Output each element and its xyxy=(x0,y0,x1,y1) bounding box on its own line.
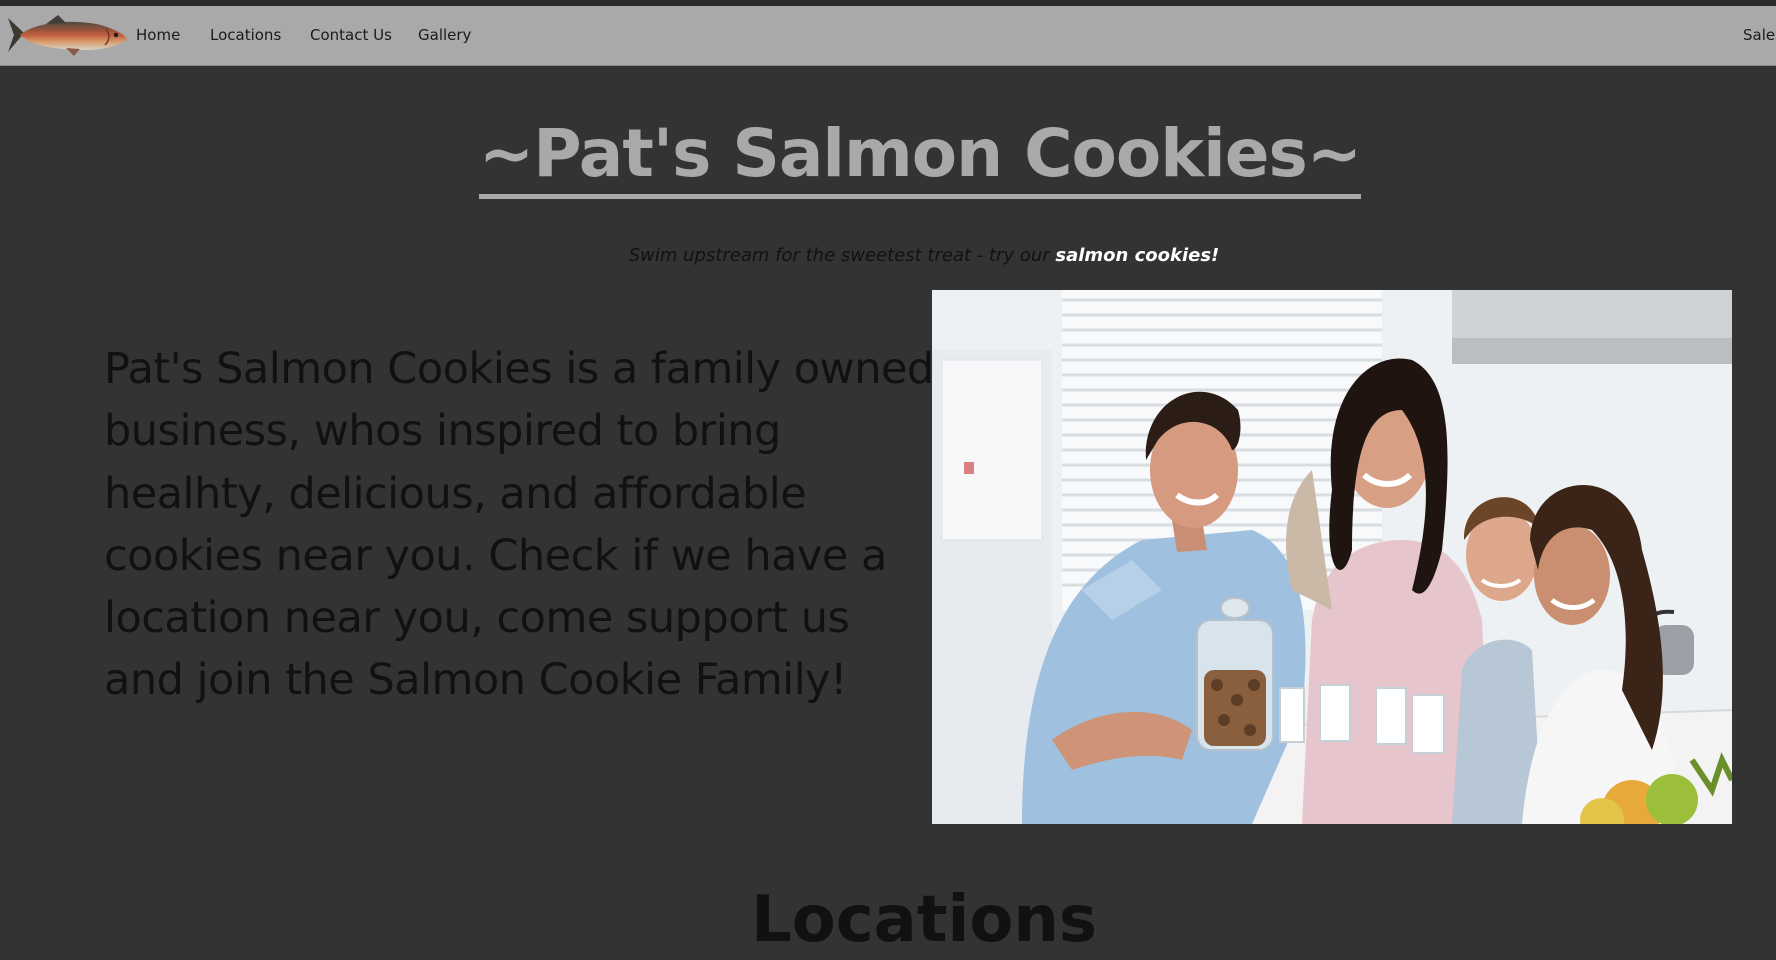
nav-link-gallery[interactable]: Gallery xyxy=(418,26,471,44)
tagline: Swim upstream for the sweetest treat - t… xyxy=(0,245,1776,266)
tagline-text: Swim upstream for the sweetest treat - t… xyxy=(628,245,1056,266)
nav-link-sales[interactable]: Sales xyxy=(1743,26,1776,44)
cookie-jar xyxy=(1196,597,1274,751)
page-title-text: ~Pat's Salmon Cookies~ xyxy=(478,115,1362,199)
page-title: ~Pat's Salmon Cookies~ xyxy=(0,112,1776,199)
locations-heading: Locations xyxy=(750,883,1098,957)
nav-link-contact-us[interactable]: Contact Us xyxy=(310,26,392,44)
family-kitchen-photo xyxy=(932,290,1732,824)
salmon-fish-icon[interactable] xyxy=(6,12,128,58)
family-photo xyxy=(932,290,1732,824)
intro-paragraph: Pat's Salmon Cookies is a family owned b… xyxy=(104,344,934,706)
navigation-bar: Home Locations Contact Us Gallery Sales xyxy=(0,6,1776,66)
nav-link-home[interactable]: Home xyxy=(136,26,180,44)
tagline-accent: salmon cookies! xyxy=(1055,245,1220,266)
nav-link-locations[interactable]: Locations xyxy=(210,26,281,44)
